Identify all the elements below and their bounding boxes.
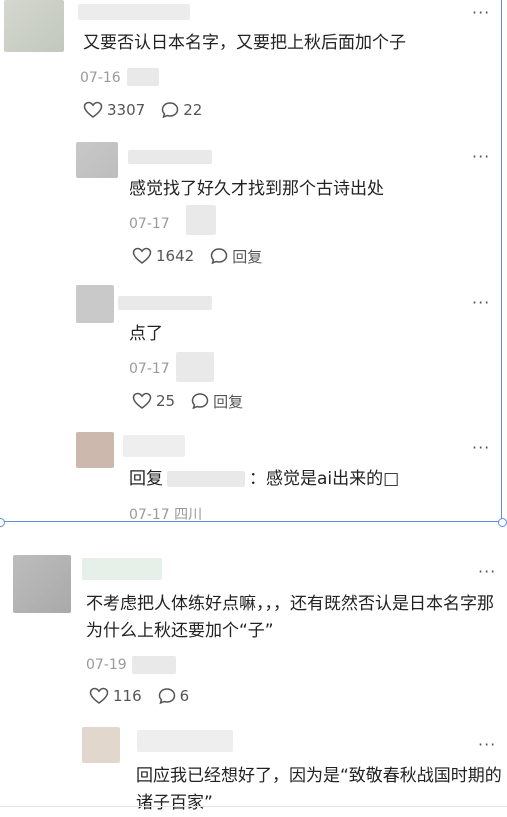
more-dots-icon[interactable]: ··· (472, 295, 496, 311)
username-redacted[interactable] (82, 558, 162, 580)
comment-text: 又要否认日本名字，又要把上秋后面加个子 (83, 33, 406, 53)
reply-date: 07-17 (129, 507, 170, 523)
avatar[interactable] (4, 0, 64, 52)
speech-bubble-icon (191, 393, 209, 410)
more-dots-icon[interactable]: ··· (478, 737, 502, 753)
reply-button[interactable]: 回复 (210, 246, 262, 267)
like-count: 1642 (156, 247, 195, 265)
speech-bubble-icon (158, 688, 175, 705)
comment-button[interactable]: 22 (161, 101, 202, 119)
reply-label: 回复 (213, 392, 244, 411)
more-dots-icon[interactable]: ··· (472, 149, 496, 165)
comment-stats: 3307 22 (83, 99, 202, 121)
username-redacted[interactable] (78, 4, 190, 20)
heart-outline-icon (89, 687, 109, 704)
comment-text: 不考虑把人体练好点嘛，，，还有既然否认是日本名字那为什么上秋还要加个“子” (86, 594, 494, 641)
reply-label: 回复 (232, 247, 263, 266)
username-redacted[interactable] (118, 296, 212, 310)
like-count: 3307 (107, 101, 146, 119)
mention-redacted[interactable] (167, 471, 245, 487)
location-redacted (176, 352, 214, 382)
avatar[interactable] (76, 142, 118, 178)
avatar[interactable] (76, 285, 114, 323)
more-dots-icon[interactable]: ··· (472, 440, 496, 456)
heart-outline-icon (83, 101, 103, 118)
reply-count: 6 (179, 687, 190, 705)
reply-prefix: 回复 (129, 469, 163, 489)
avatar[interactable] (13, 555, 71, 613)
selection-handle[interactable] (498, 518, 507, 527)
comment-stats: 116 6 (89, 685, 189, 707)
reply-date: 07-17 (129, 361, 170, 377)
username-redacted[interactable] (137, 730, 233, 752)
reply-count: 22 (183, 101, 203, 119)
like-button[interactable]: 25 (132, 392, 175, 410)
location-redacted (127, 68, 159, 86)
reply-meta: 07-17 四川 (129, 506, 202, 524)
heart-outline-icon (132, 247, 152, 264)
reply-button[interactable]: 回复 (191, 391, 243, 412)
like-count: 25 (156, 392, 176, 410)
comment-button[interactable]: 6 (158, 687, 190, 705)
comment-date: 07-16 (80, 70, 121, 86)
reply-text: 点了 (129, 324, 163, 344)
reply-text: 回应我已经想好了，因为是“致敬春秋战国时期的诸子百家” (136, 766, 502, 813)
location-redacted (186, 205, 216, 235)
like-button[interactable]: 1642 (132, 247, 194, 265)
speech-bubble-icon (210, 248, 228, 265)
reply-text: 回复 ：感觉是ai出来的□ (129, 466, 399, 493)
like-count: 116 (113, 687, 142, 705)
avatar[interactable] (82, 727, 120, 763)
reply-body: ：感觉是ai出来的□ (249, 469, 400, 489)
avatar[interactable] (76, 432, 114, 468)
username-redacted[interactable] (123, 435, 185, 457)
like-button[interactable]: 116 (89, 687, 142, 705)
like-button[interactable]: 3307 (83, 101, 145, 119)
reply-text: 感觉找了好久才找到那个古诗出处 (129, 179, 384, 199)
reply-location: 四川 (174, 507, 203, 523)
reply-stats: 25 回复 (132, 390, 243, 412)
reply-date: 07-17 (129, 216, 170, 232)
heart-outline-icon (132, 392, 152, 409)
more-dots-icon[interactable]: ··· (472, 5, 496, 21)
more-dots-icon[interactable]: ··· (478, 564, 502, 580)
reply-stats: 1642 回复 (132, 245, 262, 267)
selection-handle[interactable] (0, 518, 5, 527)
location-redacted (132, 656, 176, 674)
comment-date: 07-19 (86, 657, 127, 673)
bottom-divider (0, 806, 507, 807)
username-redacted[interactable] (128, 150, 212, 164)
speech-bubble-icon (161, 102, 179, 119)
